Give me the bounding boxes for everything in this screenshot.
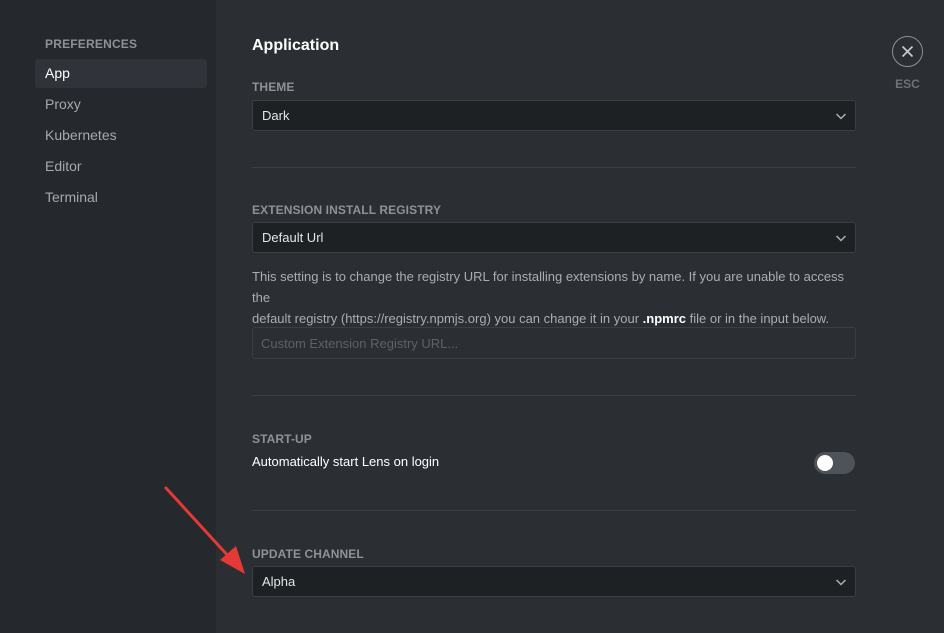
sidebar-item-kubernetes[interactable]: Kubernetes (35, 121, 207, 150)
main-panel: Application THEME Dark EXTENSION INSTALL… (216, 0, 944, 633)
theme-label: THEME (252, 80, 295, 94)
registry-help-line1: This setting is to change the registry U… (252, 269, 845, 305)
update-channel-value: Alpha (262, 574, 296, 589)
sidebar-item-terminal[interactable]: Terminal (35, 183, 207, 212)
section-divider (252, 510, 856, 511)
custom-registry-url-input[interactable] (252, 327, 856, 359)
esc-label: ESC (895, 77, 920, 91)
registry-help-text: This setting is to change the registry U… (252, 266, 856, 329)
startup-label: START-UP (252, 432, 312, 446)
close-control: ESC (892, 36, 923, 91)
npmrc-text: .npmrc (642, 311, 686, 326)
section-divider (252, 395, 856, 396)
sidebar-heading: PREFERENCES (45, 37, 138, 51)
startup-description: Automatically start Lens on login (252, 454, 440, 469)
sidebar: PREFERENCES App Proxy Kubernetes Editor … (0, 0, 216, 633)
registry-help-line2-end: file or in the input below. (686, 311, 830, 326)
sidebar-item-app[interactable]: App (35, 59, 207, 88)
sidebar-item-editor[interactable]: Editor (35, 152, 207, 181)
close-icon (901, 45, 914, 58)
sidebar-nav: App Proxy Kubernetes Editor Terminal (35, 59, 207, 214)
page-title: Application (252, 37, 340, 54)
theme-select[interactable]: Dark (252, 100, 856, 131)
toggle-knob (817, 455, 833, 471)
close-button[interactable] (892, 36, 923, 67)
sidebar-item-proxy[interactable]: Proxy (35, 90, 207, 119)
update-channel-select[interactable]: Alpha (252, 566, 856, 597)
registry-label: EXTENSION INSTALL REGISTRY (252, 203, 442, 217)
chevron-down-icon (835, 235, 847, 242)
theme-select-value: Dark (262, 108, 290, 123)
registry-help-line2: default registry (https://registry.npmjs… (252, 311, 643, 326)
chevron-down-icon (835, 113, 847, 120)
registry-select[interactable]: Default Url (252, 222, 856, 253)
chevron-down-icon (835, 579, 847, 586)
section-divider (252, 167, 856, 168)
update-channel-label: UPDATE CHANNEL (252, 547, 364, 561)
registry-select-value: Default Url (262, 230, 324, 245)
start-on-login-toggle[interactable] (814, 452, 855, 474)
